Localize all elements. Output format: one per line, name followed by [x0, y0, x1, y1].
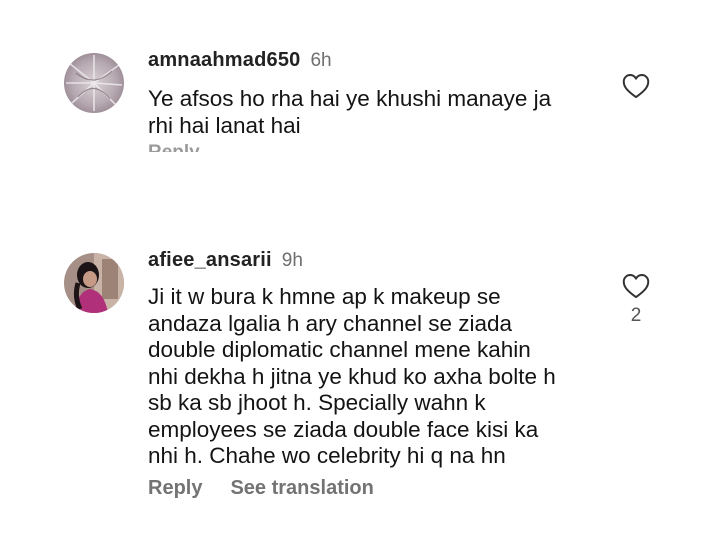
timestamp: 6h [310, 50, 332, 71]
reply-button[interactable]: Reply [148, 477, 202, 500]
username[interactable]: afiee_ansarii [148, 249, 272, 272]
heart-outline-icon [622, 274, 650, 299]
like-button[interactable] [616, 73, 656, 99]
see-translation-button[interactable]: See translation [230, 477, 373, 500]
comment-text: Ye afsos ho rha hai ye khushi manaye ja … [148, 86, 552, 138]
like-count: 2 [630, 305, 642, 326]
reply-button[interactable]: Reply [148, 143, 200, 152]
like-button[interactable]: 2 [616, 273, 656, 327]
avatar[interactable] [64, 253, 124, 313]
username[interactable]: amnaahmad650 [148, 49, 300, 72]
avatar[interactable] [64, 53, 124, 113]
heart-outline-icon [622, 74, 650, 99]
comment-text: Ji it w bura k hmne ap k makeup se andaz… [148, 284, 556, 468]
timestamp: 9h [281, 250, 303, 271]
